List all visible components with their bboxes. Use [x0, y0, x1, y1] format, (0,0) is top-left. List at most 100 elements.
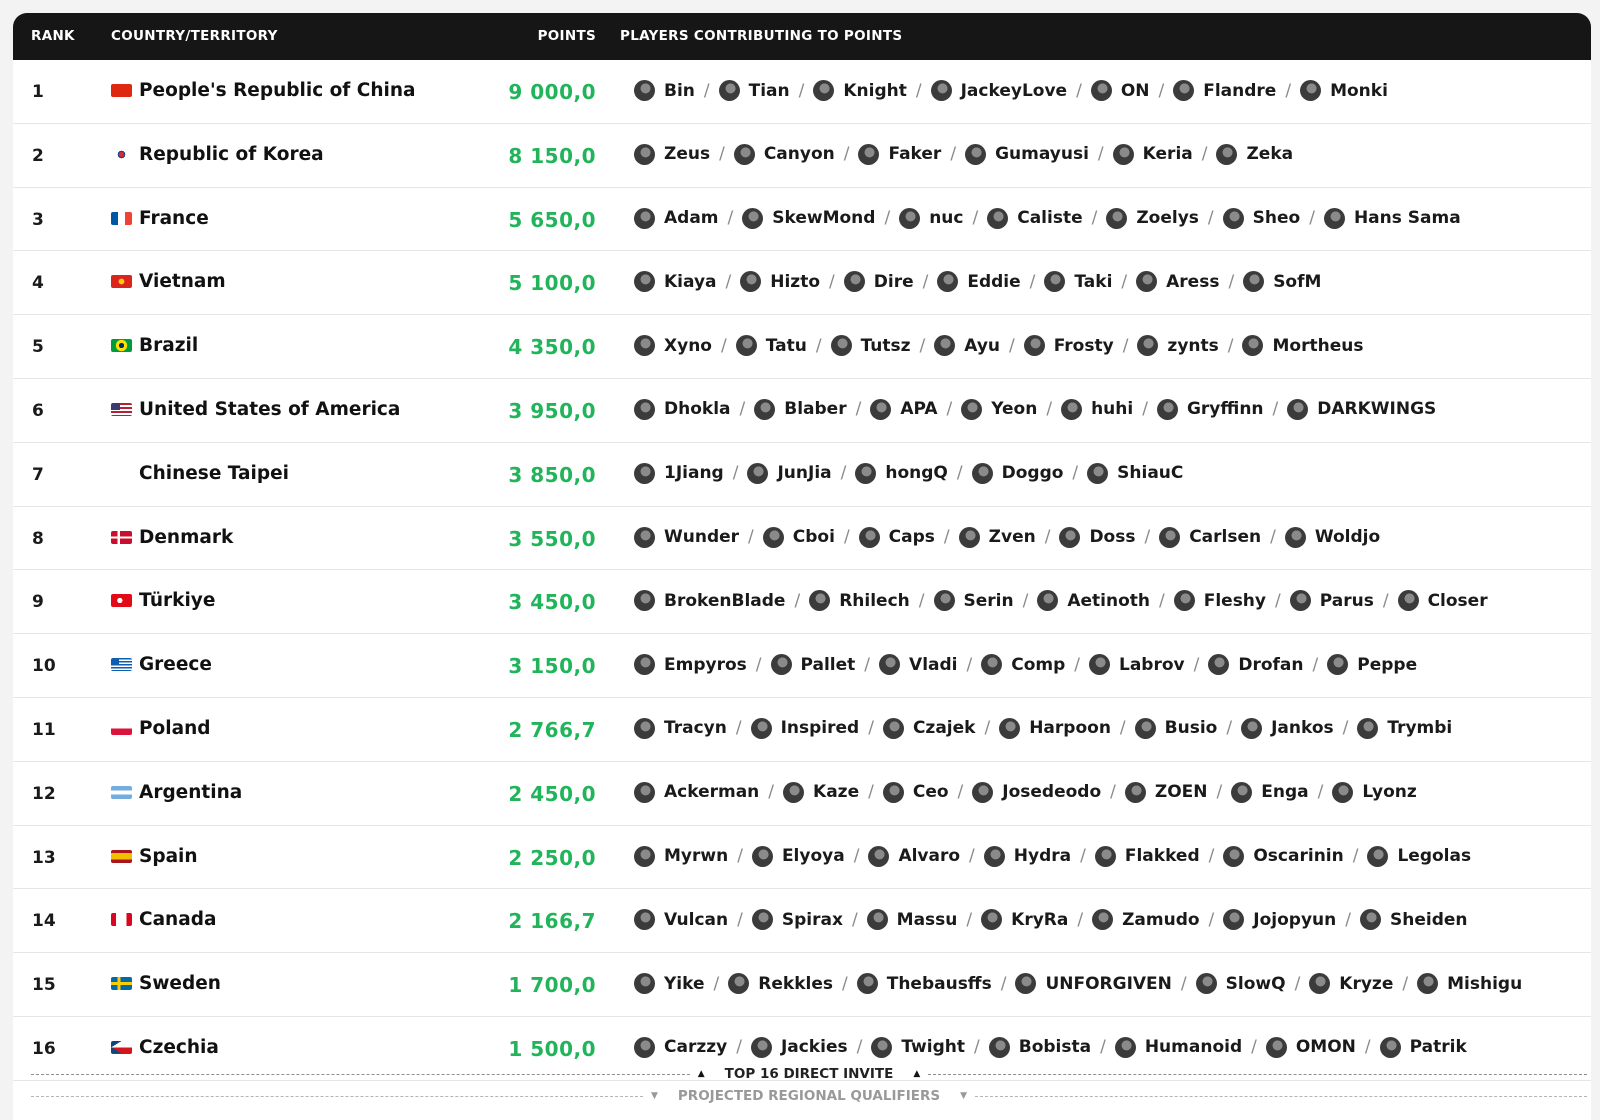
player-entry[interactable]: Carzzy: [634, 1036, 727, 1058]
player-entry[interactable]: Caliste: [987, 207, 1083, 229]
table-row[interactable]: 10 Greece 3 150,0 Empyros / Pallet / Vladi / Comp…: [13, 634, 1591, 698]
player-entry[interactable]: Inspired: [750, 717, 859, 739]
player-entry[interactable]: Ceo: [882, 781, 949, 803]
player-entry[interactable]: Patrik: [1379, 1036, 1467, 1058]
player-entry[interactable]: Jackies: [750, 1036, 848, 1058]
player-entry[interactable]: 1Jiang: [634, 462, 724, 484]
player-entry[interactable]: Legolas: [1367, 845, 1471, 867]
player-entry[interactable]: Parus: [1289, 590, 1374, 612]
player-entry[interactable]: Zven: [958, 526, 1036, 548]
player-entry[interactable]: Tian: [718, 80, 790, 101]
player-entry[interactable]: Tutsz: [830, 335, 911, 357]
player-entry[interactable]: Faker: [858, 143, 941, 165]
player-entry[interactable]: Rhilech: [809, 590, 910, 612]
player-entry[interactable]: Knight: [813, 80, 907, 101]
player-entry[interactable]: Mishigu: [1417, 973, 1522, 995]
player-entry[interactable]: Yeon: [961, 398, 1037, 420]
table-row[interactable]: 6 United States of America 3 950,0 Dhokla / B…: [13, 379, 1591, 443]
player-entry[interactable]: Canyon: [733, 143, 835, 165]
player-entry[interactable]: Sheo: [1222, 207, 1300, 229]
player-entry[interactable]: ON: [1090, 80, 1150, 101]
table-row[interactable]: 14 Canada 2 166,7 Vulcan / Spirax / Massu / KryRa…: [13, 889, 1591, 954]
player-entry[interactable]: Dhokla: [634, 398, 731, 420]
player-entry[interactable]: Woldjo: [1284, 526, 1380, 548]
player-entry[interactable]: Tracyn: [634, 717, 727, 739]
player-entry[interactable]: Myrwn: [634, 845, 728, 867]
player-entry[interactable]: Carlsen: [1159, 526, 1261, 548]
player-entry[interactable]: Harpoon: [999, 717, 1111, 739]
player-entry[interactable]: Massu: [866, 909, 957, 931]
player-entry[interactable]: Doss: [1059, 526, 1135, 548]
table-row[interactable]: 8 Denmark 3 550,0 Wunder / Cboi / Caps / Zven / Dos…: [13, 507, 1591, 571]
player-entry[interactable]: BrokenBlade: [634, 590, 785, 612]
player-entry[interactable]: APA: [870, 398, 938, 420]
player-entry[interactable]: Keria: [1112, 143, 1193, 165]
player-entry[interactable]: Dire: [843, 271, 914, 293]
player-entry[interactable]: Caps: [858, 526, 935, 548]
player-entry[interactable]: Trymbi: [1357, 717, 1452, 739]
player-entry[interactable]: Eddie: [937, 271, 1021, 293]
player-entry[interactable]: Vladi: [879, 654, 957, 676]
player-entry[interactable]: Flakked: [1094, 845, 1200, 867]
player-entry[interactable]: Xyno: [634, 335, 712, 357]
table-row[interactable]: 2 Republic of Korea 8 150,0 Zeus / Canyon / Fak…: [13, 124, 1591, 188]
player-entry[interactable]: Thebausffs: [856, 973, 992, 995]
player-entry[interactable]: ZOEN: [1124, 781, 1208, 803]
player-entry[interactable]: nuc: [899, 207, 963, 229]
player-entry[interactable]: Taki: [1044, 271, 1112, 293]
player-entry[interactable]: Gumayusi: [965, 143, 1089, 165]
player-entry[interactable]: JunJia: [747, 462, 832, 484]
player-entry[interactable]: Oscarinin: [1223, 845, 1344, 867]
player-entry[interactable]: Busio: [1134, 717, 1217, 739]
player-entry[interactable]: Vulcan: [634, 909, 728, 931]
player-entry[interactable]: SlowQ: [1195, 973, 1286, 995]
table-row[interactable]: 15 Sweden 1 700,0 Yike / Rekkles / Thebausffs / U…: [13, 953, 1591, 1017]
player-entry[interactable]: Wunder: [634, 526, 739, 548]
player-entry[interactable]: Hans Sama: [1323, 207, 1461, 229]
player-entry[interactable]: Ayu: [934, 335, 1000, 357]
player-entry[interactable]: Ackerman: [634, 781, 759, 803]
player-entry[interactable]: Josedeodo: [972, 781, 1101, 803]
player-entry[interactable]: Peppe: [1327, 654, 1417, 676]
player-entry[interactable]: Doggo: [971, 462, 1063, 484]
player-entry[interactable]: Kryze: [1309, 973, 1393, 995]
player-entry[interactable]: Serin: [933, 590, 1014, 612]
table-row[interactable]: 7 Chinese Taipei 3 850,0 1Jiang / JunJia / hong…: [13, 443, 1591, 507]
player-entry[interactable]: Rekkles: [728, 973, 833, 995]
player-entry[interactable]: Zamudo: [1092, 909, 1200, 931]
column-header-points[interactable]: POINTS: [483, 28, 596, 44]
player-entry[interactable]: Hydra: [983, 845, 1071, 867]
column-header-players[interactable]: PLAYERS CONTRIBUTING TO POINTS: [620, 28, 902, 44]
player-entry[interactable]: SofM: [1243, 271, 1321, 293]
player-entry[interactable]: Yike: [634, 973, 705, 995]
player-entry[interactable]: Sheiden: [1359, 909, 1468, 931]
player-entry[interactable]: Aetinoth: [1037, 590, 1150, 612]
player-entry[interactable]: Pallet: [770, 654, 855, 676]
player-entry[interactable]: Spirax: [751, 909, 843, 931]
player-entry[interactable]: Zoelys: [1106, 207, 1199, 229]
player-entry[interactable]: Fleshy: [1173, 590, 1266, 612]
player-entry[interactable]: Comp: [981, 654, 1065, 676]
player-entry[interactable]: Gryffinn: [1156, 398, 1264, 420]
player-entry[interactable]: Zeka: [1216, 143, 1293, 165]
player-entry[interactable]: KryRa: [981, 909, 1068, 931]
player-entry[interactable]: Tatu: [735, 335, 807, 357]
table-row[interactable]: 11 Poland 2 766,7 Tracyn / Inspired / Czajek / Ha…: [13, 698, 1591, 762]
player-entry[interactable]: OMON: [1265, 1036, 1356, 1058]
player-entry[interactable]: ShiauC: [1087, 462, 1183, 484]
player-entry[interactable]: Flandre: [1173, 80, 1276, 101]
table-row[interactable]: 12 Argentina 2 450,0 Ackerman / Kaze / Ceo / Jose…: [13, 762, 1591, 826]
player-entry[interactable]: Adam: [634, 207, 719, 229]
table-row[interactable]: 13 Spain 2 250,0 Myrwn / Elyoya / Alvaro / Hydra /…: [13, 826, 1591, 890]
player-entry[interactable]: Elyoya: [751, 845, 845, 867]
player-entry[interactable]: Closer: [1397, 590, 1488, 612]
table-row[interactable]: 9 Türkiye 3 450,0 BrokenBlade / Rhilech / Serin…: [13, 570, 1591, 635]
player-entry[interactable]: Cboi: [762, 526, 835, 548]
player-entry[interactable]: Lyonz: [1332, 781, 1417, 803]
table-row[interactable]: 4 Vietnam 5 100,0 Kiaya / Hizto / Dire / Eddie / Ta…: [13, 251, 1591, 316]
player-entry[interactable]: Alvaro: [868, 845, 960, 867]
player-entry[interactable]: Enga: [1231, 781, 1309, 803]
player-entry[interactable]: Kaze: [783, 781, 859, 803]
player-entry[interactable]: Bin: [634, 80, 695, 101]
player-entry[interactable]: Frosty: [1023, 335, 1114, 357]
